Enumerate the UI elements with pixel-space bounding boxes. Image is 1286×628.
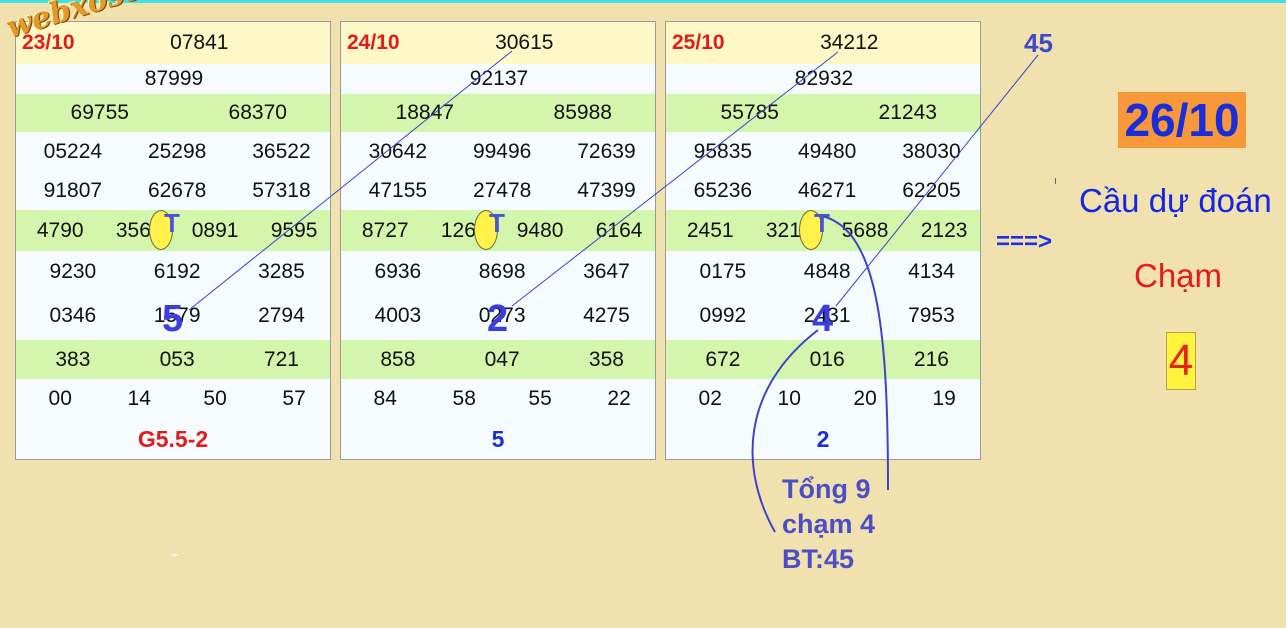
predicted-digit: 4 xyxy=(1166,332,1196,390)
forecast-label: Cầu dự đoán xyxy=(1079,182,1272,219)
link-line-4-to-45 xyxy=(835,54,1039,307)
predict-date: 26/10 xyxy=(1118,92,1246,148)
arrow-indicator: ===> xyxy=(996,228,1053,255)
link-line-5-to-24-10 xyxy=(188,50,513,311)
note-tong: Tổng 9 xyxy=(782,474,871,504)
decor-speck xyxy=(172,554,178,556)
cham-label: Chạm xyxy=(1134,257,1223,294)
note-cham: chạm 4 xyxy=(782,509,876,539)
curve-tong-9 xyxy=(821,215,889,491)
link-line-2-to-25-10 xyxy=(511,51,839,307)
decor-tick xyxy=(1055,178,1056,184)
note-bt: BT:45 xyxy=(782,544,855,574)
bt-label: 45 xyxy=(1024,28,1053,58)
connection-lines xyxy=(188,50,1039,533)
